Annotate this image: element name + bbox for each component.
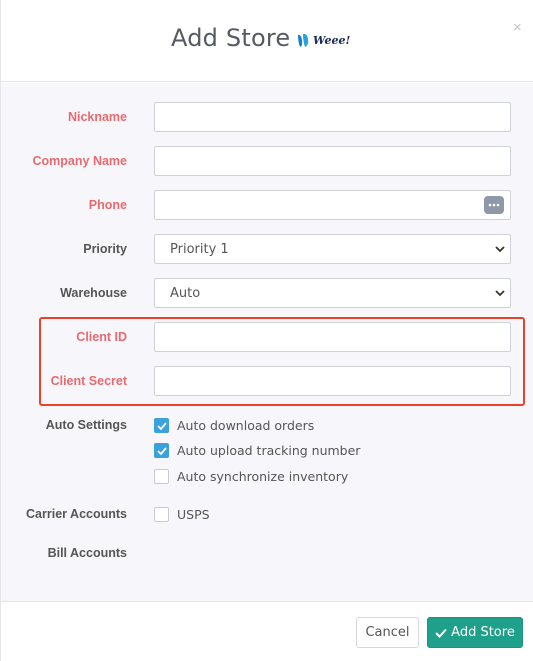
checkbox-checked[interactable] [154,443,169,458]
logo-text: Weee! [313,33,351,47]
usps-option[interactable]: USPS [154,507,210,522]
weee-logo-mark-icon [298,33,309,47]
warehouse-select[interactable]: Auto [154,278,511,308]
checkbox-unchecked[interactable] [154,469,169,484]
check-icon [156,446,167,455]
nickname-label: Nickname [67,110,127,124]
add-store-modal: Add Store Weee! × Nickname Company Name … [0,0,533,661]
priority-label: Priority [83,242,127,256]
nickname-input[interactable] [154,102,511,132]
checkbox-label: Auto upload tracking number [177,443,361,458]
warehouse-label: Warehouse [60,286,127,300]
client-id-input[interactable] [154,322,511,352]
priority-select[interactable]: Priority 1 [154,234,511,264]
more-options-icon[interactable] [484,196,504,214]
modal-title: Add Store [171,24,291,52]
auto-sync-inventory-option[interactable]: Auto synchronize inventory [154,469,348,484]
check-icon [435,628,447,638]
checkbox-label: USPS [177,507,210,522]
modal-footer: Cancel Add Store [1,601,533,661]
add-store-button[interactable]: Add Store [427,617,523,648]
chevron-down-icon [495,290,505,297]
warehouse-value: Auto [170,285,201,301]
bill-accounts-label: Bill Accounts [47,546,127,560]
checkbox-unchecked[interactable] [154,507,169,522]
phone-label: Phone [88,198,127,212]
company-name-input[interactable] [154,146,511,176]
company-name-label: Company Name [32,154,127,168]
auto-settings-label: Auto Settings [45,418,127,432]
close-icon[interactable]: × [513,20,522,35]
modal-header: Add Store Weee! × [1,0,533,82]
client-secret-label: Client Secret [50,374,127,388]
chevron-down-icon [495,246,505,253]
phone-input[interactable] [154,190,511,220]
checkbox-checked[interactable] [154,418,169,433]
priority-value: Priority 1 [170,241,229,257]
client-id-label: Client ID [76,330,127,344]
add-store-button-label: Add Store [451,625,515,640]
auto-upload-tracking-option[interactable]: Auto upload tracking number [154,443,360,458]
cancel-button[interactable]: Cancel [356,617,419,648]
checkbox-label: Auto synchronize inventory [177,469,349,484]
client-secret-input[interactable] [154,366,511,396]
weee-logo: Weee! [297,31,350,49]
check-icon [156,421,167,430]
carrier-accounts-label: Carrier Accounts [26,507,127,521]
auto-download-orders-option[interactable]: Auto download orders [154,418,314,433]
checkbox-label: Auto download orders [177,418,315,433]
